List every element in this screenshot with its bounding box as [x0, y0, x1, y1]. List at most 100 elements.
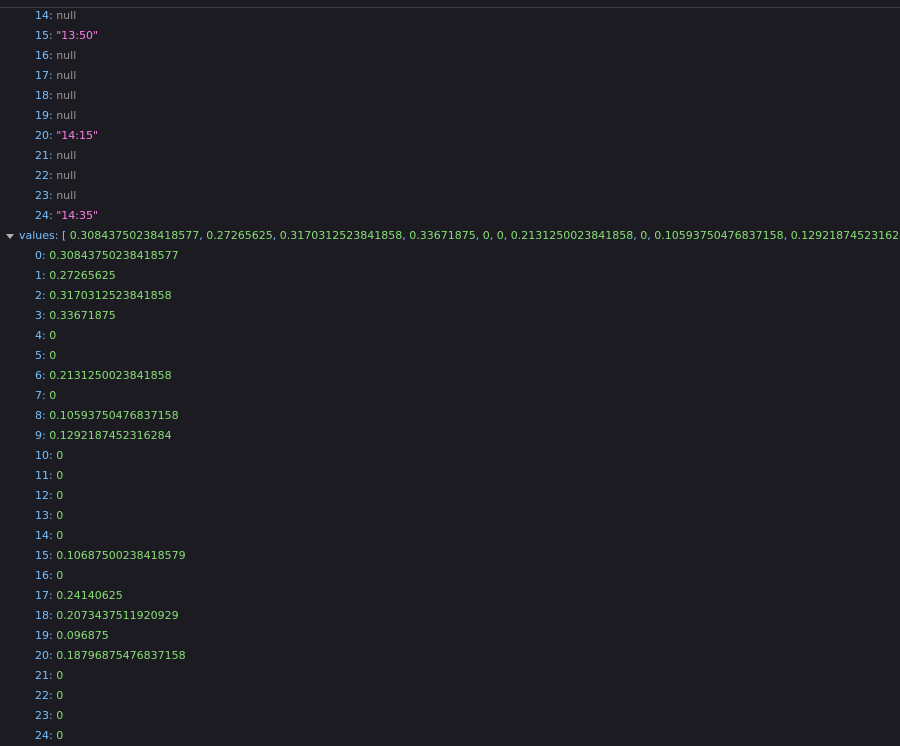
row-key: 7 [35, 389, 42, 402]
tree-row[interactable]: 18: 0.2073437511920929 [0, 606, 900, 626]
preview-item: 0.1292187452316284 [790, 229, 900, 242]
row-key: 3 [35, 309, 42, 322]
row-key: 19 [35, 629, 49, 642]
row-key: 0 [35, 249, 42, 262]
tree-row[interactable]: 22: null [0, 166, 900, 186]
values-key: values [19, 229, 55, 242]
row-value: "14:15" [56, 129, 99, 142]
tree-row[interactable]: 12: 0 [0, 486, 900, 506]
row-key: 5 [35, 349, 42, 362]
row-key: 1 [35, 269, 42, 282]
row-value: 0.096875 [56, 629, 109, 642]
tree-row[interactable]: 19: null [0, 106, 900, 126]
row-value: null [56, 189, 77, 202]
preview-separator: , [783, 229, 791, 242]
row-key: 2 [35, 289, 42, 302]
tree-row[interactable]: 14: 0 [0, 526, 900, 546]
tree-row[interactable]: 0: 0.30843750238418577 [0, 246, 900, 266]
tree-row[interactable]: 1: 0.27265625 [0, 266, 900, 286]
tree-row[interactable]: 16: null [0, 46, 900, 66]
tree-row[interactable]: 23: null [0, 186, 900, 206]
row-value: null [56, 69, 77, 82]
row-key: 6 [35, 369, 42, 382]
tree-row[interactable]: 6: 0.2131250023841858 [0, 366, 900, 386]
tree-row[interactable]: 14: null [0, 6, 900, 26]
tree-row[interactable]: 15: 0.10687500238418579 [0, 546, 900, 566]
row-value: "14:35" [56, 209, 99, 222]
tree-row[interactable]: 24: "14:35" [0, 206, 900, 226]
row-value: 0.2131250023841858 [49, 369, 172, 382]
tree-row[interactable]: 20: "14:15" [0, 126, 900, 146]
preview-item: 0 [496, 229, 504, 242]
tree-row[interactable]: 20: 0.18796875476837158 [0, 646, 900, 666]
values-node[interactable]: values: [ 0.30843750238418577, 0.2726562… [0, 226, 900, 246]
row-key: 19 [35, 109, 49, 122]
tree-row[interactable]: 17: 0.24140625 [0, 586, 900, 606]
values-array-children: 0: 0.30843750238418577 1: 0.27265625 2: 0.… [0, 246, 900, 746]
row-value: 0 [56, 569, 64, 582]
row-value: 0 [49, 389, 57, 402]
tree-row[interactable]: 22: 0 [0, 686, 900, 706]
row-key: 15 [35, 549, 49, 562]
tree-row[interactable]: 10: 0 [0, 446, 900, 466]
row-key: 17 [35, 69, 49, 82]
json-tree: 14: null 15: "13:50" 16: null 17: null 18: n… [0, 6, 900, 746]
tree-row[interactable]: 19: 0.096875 [0, 626, 900, 646]
row-key: 24 [35, 209, 49, 222]
tree-row[interactable]: 16: 0 [0, 566, 900, 586]
row-key: 11 [35, 469, 49, 482]
tree-row[interactable]: 17: null [0, 66, 900, 86]
tree-row[interactable]: 4: 0 [0, 326, 900, 346]
tree-row[interactable]: 24: 0 [0, 726, 900, 746]
preview-item: 0.30843750238418577 [69, 229, 200, 242]
preview-separator: , [475, 229, 483, 242]
row-key: 21 [35, 669, 49, 682]
row-key: 22 [35, 689, 49, 702]
tree-row[interactable]: 11: 0 [0, 466, 900, 486]
row-key: 16 [35, 49, 49, 62]
tree-row[interactable]: 15: "13:50" [0, 26, 900, 46]
labels-array-children: 14: null 15: "13:50" 16: null 17: null 18: n… [0, 6, 900, 226]
row-key: 17 [35, 589, 49, 602]
row-value: 0 [49, 349, 57, 362]
row-key: 8 [35, 409, 42, 422]
tree-row[interactable]: 23: 0 [0, 706, 900, 726]
tree-row[interactable]: 2: 0.3170312523841858 [0, 286, 900, 306]
tree-row[interactable]: 8: 0.10593750476837158 [0, 406, 900, 426]
preview-item: 0.3170312523841858 [279, 229, 403, 242]
tree-row[interactable]: 21: null [0, 146, 900, 166]
preview-item: 0.27265625 [206, 229, 273, 242]
row-key: 21 [35, 149, 49, 162]
row-key: 23 [35, 709, 49, 722]
tree-row[interactable]: 13: 0 [0, 506, 900, 526]
tree-row[interactable]: 18: null [0, 86, 900, 106]
tree-row[interactable]: 7: 0 [0, 386, 900, 406]
row-key: 15 [35, 29, 49, 42]
row-value: 0.10593750476837158 [49, 409, 179, 422]
tree-row[interactable]: 3: 0.33671875 [0, 306, 900, 326]
row-key: 20 [35, 129, 49, 142]
row-key: 9 [35, 429, 42, 442]
chevron-down-icon[interactable] [6, 234, 14, 239]
row-value: 0 [56, 689, 64, 702]
row-value: 0 [56, 669, 64, 682]
preview-item: 0.10593750476837158 [654, 229, 784, 242]
tree-row[interactable]: 5: 0 [0, 346, 900, 366]
preview-separator: , [272, 229, 280, 242]
row-value: 0.30843750238418577 [49, 249, 179, 262]
row-key: 14 [35, 529, 49, 542]
row-value: 0 [56, 469, 64, 482]
row-value: 0 [49, 329, 57, 342]
row-key: 16 [35, 569, 49, 582]
row-value: null [56, 149, 77, 162]
row-value: 0.1292187452316284 [49, 429, 172, 442]
row-value: 0 [56, 449, 64, 462]
row-key: 20 [35, 649, 49, 662]
row-key: 18 [35, 89, 49, 102]
tree-row[interactable]: 9: 0.1292187452316284 [0, 426, 900, 446]
row-value: null [56, 9, 77, 22]
row-key: 10 [35, 449, 49, 462]
tree-row[interactable]: 21: 0 [0, 666, 900, 686]
row-value: 0 [56, 489, 64, 502]
row-key: 23 [35, 189, 49, 202]
